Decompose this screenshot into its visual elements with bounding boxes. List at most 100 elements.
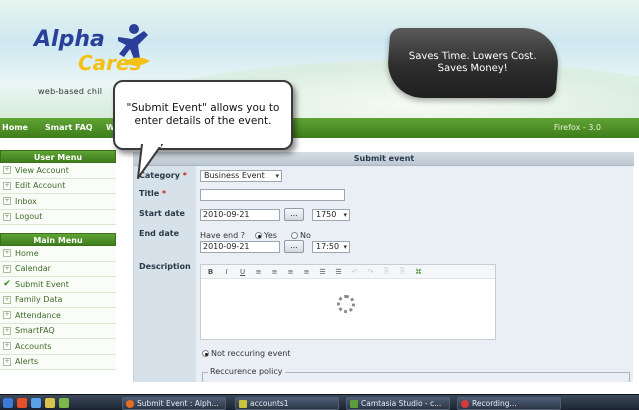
callout-pointer-icon [137, 144, 163, 179]
firefox-icon [126, 400, 134, 408]
end-time-select[interactable]: 17:50 ▾ [312, 241, 350, 253]
radio-selected-icon [202, 350, 209, 357]
topnav-home-link[interactable]: Home [2, 123, 28, 132]
bullet-list-icon[interactable]: ☰ [317, 268, 328, 276]
title-label: Title * [139, 189, 166, 198]
bullet-icon: + [3, 357, 11, 366]
bold-button[interactable]: B [205, 268, 216, 276]
browser-version-label: Firefox - 3.0 [553, 123, 601, 132]
redo-icon[interactable]: ↷ [365, 268, 376, 276]
description-editor[interactable]: B I U ≡ ≡ ≡ ≡ ☰ ☰ ↶ ↷ ⎘ ⎘ ⌘ [200, 264, 496, 340]
bullet-icon: + [3, 295, 11, 304]
align-right-icon[interactable]: ≡ [285, 268, 296, 276]
no-label: No [300, 231, 311, 240]
sidebar-item-home[interactable]: + Home [0, 246, 116, 262]
submit-event-panel: Submit event Category * Business Event ▾… [133, 152, 634, 382]
folder-icon [239, 400, 247, 408]
unlink-icon[interactable]: ⎘ [397, 267, 408, 276]
topnav-smartfaq-link[interactable]: Smart FAQ [45, 123, 93, 132]
sidebar-item-calendar[interactable]: + Calendar [0, 261, 116, 277]
bullet-icon: + [3, 181, 11, 190]
dropdown-arrow-icon: ▾ [275, 172, 279, 180]
sidebar-item-label: Submit Event [15, 279, 69, 289]
have-end-yes-radio[interactable]: Yes [255, 231, 277, 240]
align-left-icon[interactable]: ≡ [253, 268, 264, 276]
quicklaunch-icon[interactable] [17, 398, 27, 408]
link-icon[interactable]: ⎘ [381, 267, 392, 276]
sidebar-item-view-account[interactable]: + View Account [0, 163, 116, 179]
slogan-line-1: Saves Time. Lowers Cost. [408, 51, 538, 62]
sidebar-item-label: Family Data [15, 295, 63, 305]
taskbar-recording-window[interactable]: Recording... [457, 397, 561, 410]
description-label: Description [139, 262, 191, 271]
end-date-picker-button[interactable]: ... [284, 240, 304, 253]
start-date-picker-button[interactable]: ... [284, 208, 304, 221]
not-recurring-radio[interactable]: Not reccuring event [202, 349, 290, 358]
desktop-icon[interactable] [3, 398, 13, 408]
not-recurring-label: Not reccuring event [211, 349, 291, 358]
bullet-icon: + [3, 264, 11, 273]
end-date-input[interactable]: 2010-09-21 [200, 241, 280, 253]
italic-button[interactable]: I [221, 268, 232, 276]
bullet-icon: + [3, 197, 11, 206]
record-icon [461, 400, 469, 408]
sidebar-item-label: View Account [15, 165, 69, 175]
sidebar-item-logout[interactable]: + Logout [0, 209, 116, 225]
sidebar-item-label: Attendance [15, 310, 61, 320]
have-end-no-radio[interactable]: No [291, 231, 311, 240]
logo-alpha-text: Alpha [34, 27, 105, 52]
required-mark: * [162, 189, 167, 198]
have-end-label: Have end ? [200, 231, 245, 240]
windows-taskbar: Submit Event : Alph... accounts1 Camtasi… [0, 394, 639, 410]
sidebar-item-smartfaq[interactable]: + SmartFAQ [0, 323, 116, 339]
panel-title: Submit event [134, 152, 634, 166]
quicklaunch-ie-icon[interactable] [31, 398, 41, 408]
bullet-icon: + [3, 166, 11, 175]
sidebar-item-edit-account[interactable]: + Edit Account [0, 178, 116, 194]
quicklaunch-app-icon[interactable] [59, 398, 69, 408]
required-mark: * [182, 171, 187, 180]
quicklaunch-folder-icon[interactable] [45, 398, 55, 408]
top-navigation: Home Smart FAQ W Firefox - 3.0 [0, 118, 639, 138]
recurrence-legend: Reccurence policy [208, 367, 285, 376]
start-date-input[interactable]: 2010-09-21 [200, 209, 280, 221]
align-justify-icon[interactable]: ≡ [301, 268, 312, 276]
align-center-icon[interactable]: ≡ [269, 268, 280, 276]
source-icon[interactable]: ⌘ [413, 268, 424, 276]
numbered-list-icon[interactable]: ☰ [333, 268, 344, 276]
editor-toolbar: B I U ≡ ≡ ≡ ≡ ☰ ☰ ↶ ↷ ⎘ ⎘ ⌘ [201, 265, 495, 279]
taskbar-firefox-window[interactable]: Submit Event : Alph... [122, 397, 226, 410]
sidebar-item-attendance[interactable]: + Attendance [0, 308, 116, 324]
end-date-label: End date [139, 229, 180, 238]
title-input[interactable] [200, 189, 345, 201]
start-date-label: Start date [139, 209, 185, 218]
camtasia-icon [350, 400, 358, 408]
sidebar-item-accounts[interactable]: + Accounts [0, 339, 116, 355]
callout-text: "Submit Event" allows you to enter detai… [126, 102, 280, 127]
task-label: Submit Event : Alph... [137, 399, 219, 408]
taskbar-camtasia-window[interactable]: Camtasia Studio - c... [346, 397, 450, 410]
labels-column [134, 166, 196, 382]
title-label-text: Title [139, 189, 160, 198]
undo-icon[interactable]: ↶ [349, 268, 360, 276]
bullet-icon: + [3, 342, 11, 351]
category-select[interactable]: Business Event ▾ [200, 170, 282, 182]
taskbar-accounts-window[interactable]: accounts1 [235, 397, 339, 410]
sidebar-item-alerts[interactable]: + Alerts [0, 354, 116, 370]
checkmark-icon: ✔ [3, 279, 11, 290]
underline-button[interactable]: U [237, 268, 248, 276]
start-time-select[interactable]: 1750 ▾ [312, 209, 350, 221]
sidebar-item-submit-event[interactable]: ✔ Submit Event [0, 277, 116, 293]
radio-selected-icon [255, 232, 262, 239]
dropdown-arrow-icon: ▾ [343, 243, 347, 251]
sidebar-item-family-data[interactable]: + Family Data [0, 292, 116, 308]
end-time-value: 17:50 [316, 242, 340, 251]
start-time-value: 1750 [316, 210, 337, 219]
sidebar-item-label: Inbox [15, 196, 37, 206]
sidebar-item-label: Home [15, 248, 39, 258]
bullet-icon: + [3, 326, 11, 335]
sidebar-item-inbox[interactable]: + Inbox [0, 194, 116, 210]
page-bottom-area [0, 382, 639, 394]
dropdown-arrow-icon: ▾ [343, 211, 347, 219]
slogan-banner: Saves Time. Lowers Cost. Saves Money! [385, 28, 561, 98]
